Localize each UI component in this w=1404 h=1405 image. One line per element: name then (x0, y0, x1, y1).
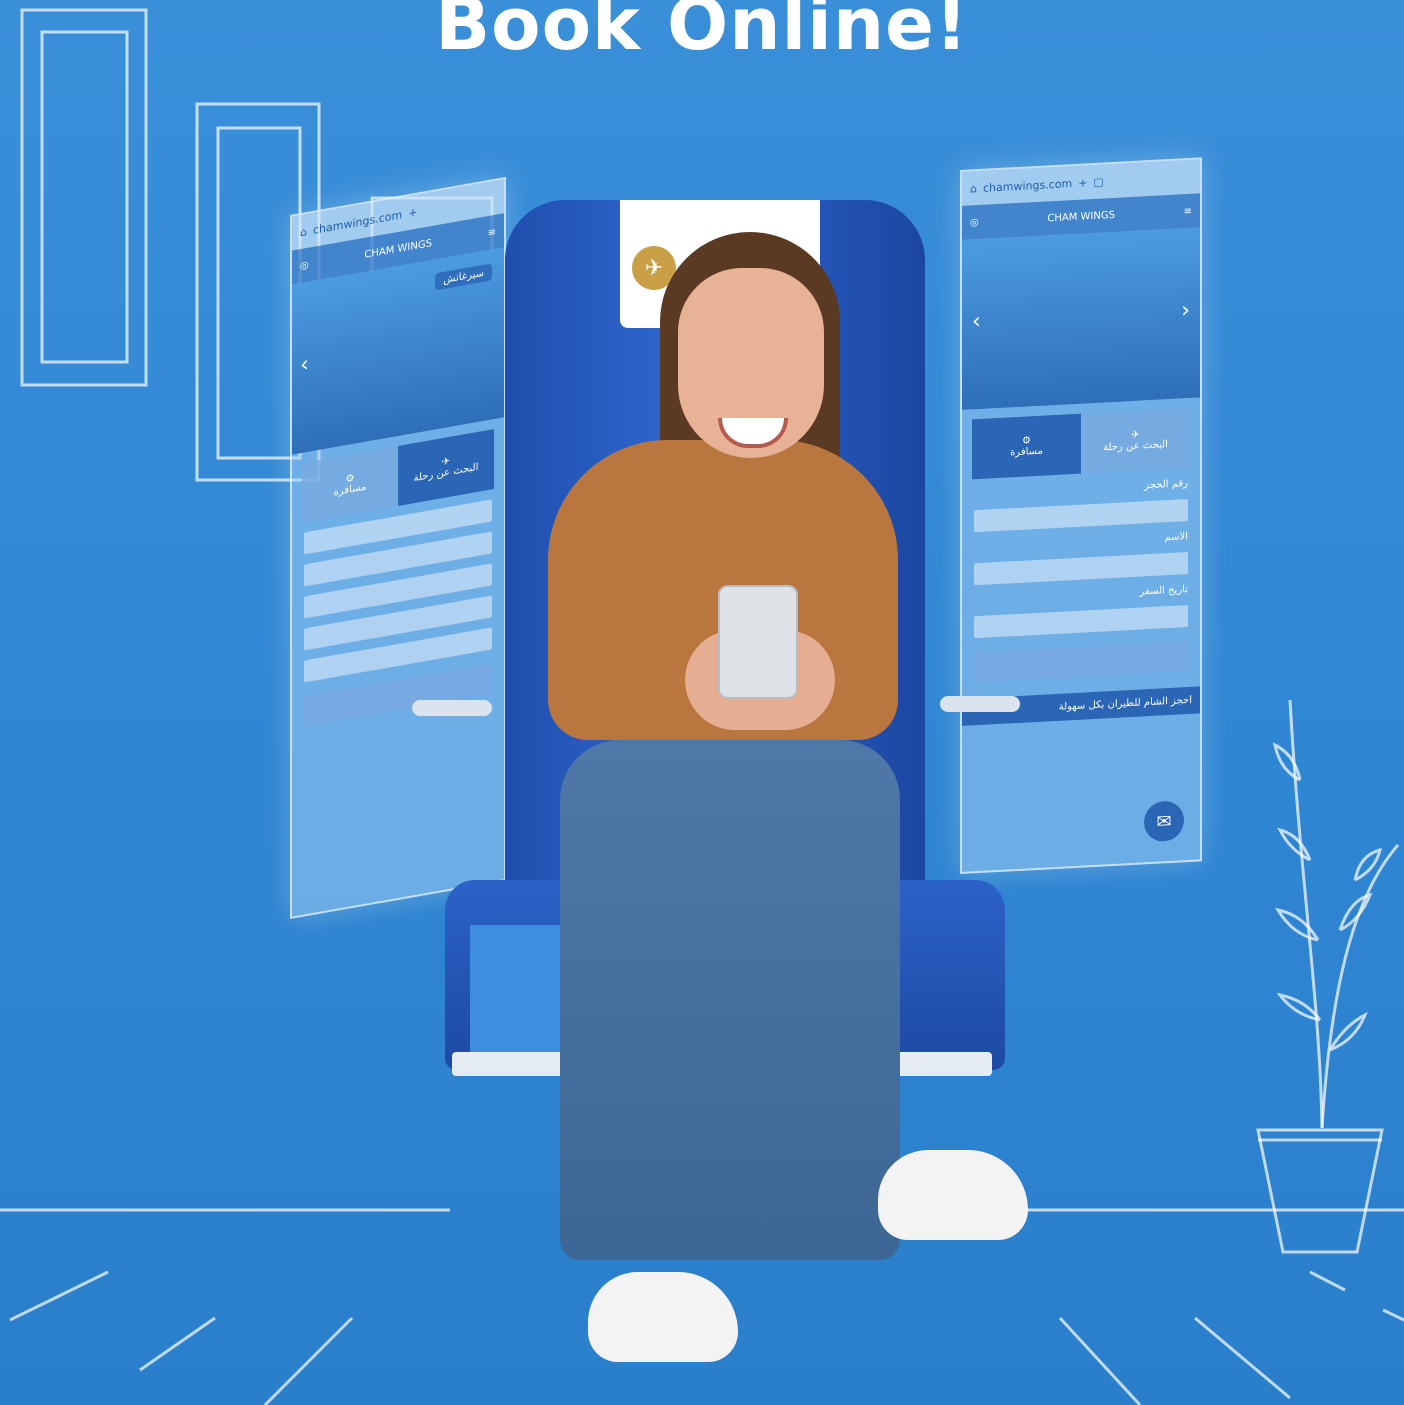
menu-icon[interactable]: ≡ (488, 226, 496, 238)
url-text: chamwings.com (982, 176, 1073, 195)
url-text: chamwings.com (312, 207, 403, 237)
leaf-plant-icon (1256, 699, 1400, 1254)
smartphone (718, 585, 798, 699)
chevron-left-icon[interactable]: ‹ (300, 352, 309, 379)
armrest-right (940, 696, 1020, 712)
plane-icon: ✈ (1131, 429, 1140, 442)
chevron-left-icon[interactable]: ‹ (972, 309, 981, 334)
booking-tabs: ⚙ مسافرة ✈ البحث عن رحلة (972, 407, 1190, 480)
globe-icon[interactable]: ◎ (970, 217, 979, 228)
last-name-field[interactable] (974, 552, 1188, 586)
plus-icon[interactable]: + (1078, 176, 1087, 189)
gear-icon: ⚙ (1022, 435, 1031, 447)
hero-chip[interactable]: سيرغاتش (435, 263, 492, 291)
tab-search[interactable]: ✈ البحث عن رحلة (398, 429, 494, 506)
window-frame-inner (216, 126, 302, 460)
left-booking-panel: ⌂ chamwings.com + ◎ CHAM WINGS ≡ سيرغاتش… (290, 176, 506, 919)
tab-manage[interactable]: ⚙ مسافرة (972, 413, 1081, 480)
tab-manage-label: مسافرة (1010, 445, 1043, 459)
booking-ref-field[interactable] (974, 499, 1188, 533)
hero-image: ‹ › (962, 227, 1200, 410)
tab-manage[interactable]: ⚙ مسافرة (302, 445, 398, 523)
sneaker-left (588, 1272, 738, 1362)
retrieve-button[interactable] (974, 641, 1188, 683)
armrest-left (412, 700, 492, 716)
chat-icon[interactable]: ✉ (1144, 800, 1184, 843)
globe-icon[interactable]: ◎ (300, 259, 309, 272)
seat-stripe (470, 925, 560, 1060)
plus-icon[interactable]: + (408, 205, 417, 220)
tabs-icon[interactable]: ▢ (1093, 175, 1103, 189)
brand-name: CHAM WINGS (1047, 209, 1115, 224)
menu-icon[interactable]: ≡ (1184, 205, 1192, 216)
tab-search[interactable]: ✈ البحث عن رحلة (1081, 407, 1190, 474)
right-booking-panel: ⌂ chamwings.com + ▢ ◎ CHAM WINGS ≡ ‹ › ⚙… (960, 157, 1202, 874)
person-jeans (560, 740, 900, 1260)
tab-search-label: البحث عن رحلة (1103, 439, 1168, 454)
field-label: الاسم (1164, 531, 1188, 544)
travel-date-field[interactable] (974, 605, 1188, 639)
field-label: تاريخ السفر (1139, 584, 1188, 598)
home-icon[interactable]: ⌂ (970, 182, 977, 195)
tab-manage-label: مسافرة (333, 481, 367, 499)
hero-image: سيرغاتش ‹ (292, 247, 504, 455)
chevron-right-icon[interactable]: › (1181, 298, 1190, 323)
sneaker-right (878, 1150, 1028, 1240)
home-icon[interactable]: ⌂ (300, 225, 307, 239)
field-label: رقم الحجز (1144, 478, 1188, 492)
door-frame-inner (40, 30, 129, 364)
brand-name: CHAM WINGS (364, 237, 432, 261)
